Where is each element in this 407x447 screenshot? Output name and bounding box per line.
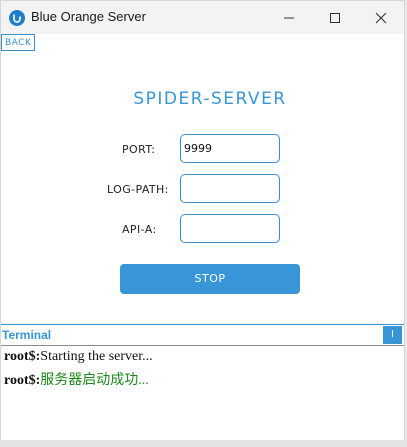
- window-bottom-edge: [0, 440, 407, 447]
- terminal-title: Terminal: [2, 328, 52, 342]
- minimize-icon: [284, 17, 294, 18]
- maximize-icon: [330, 12, 340, 23]
- terminal-toggle-button[interactable]: I: [383, 326, 402, 344]
- terminal-prompt: root$:: [4, 349, 41, 364]
- window-title: Blue Orange Server: [31, 9, 146, 24]
- title-bar: Blue Orange Server: [1, 1, 404, 34]
- app-window: Blue Orange Server BACK SPIDER-SERVER PO…: [0, 0, 405, 447]
- api-a-input[interactable]: [180, 214, 280, 243]
- minimize-button[interactable]: [266, 1, 312, 34]
- terminal-line: root$:Starting the server...: [4, 349, 153, 365]
- log-path-label: LOG-PATH:: [107, 183, 169, 196]
- terminal-line: root$:服务器启动成功...: [4, 369, 149, 389]
- close-icon: [375, 12, 387, 23]
- terminal-message: 服务器启动成功...: [40, 373, 149, 388]
- terminal-message: Starting the server...: [40, 349, 153, 364]
- stop-button[interactable]: STOP: [120, 264, 300, 294]
- page-title: SPIDER-SERVER: [133, 89, 287, 109]
- terminal-divider: [1, 345, 404, 346]
- terminal-prompt: root$:: [4, 373, 41, 388]
- app-logo-icon: [9, 10, 25, 26]
- api-a-label: API-A:: [122, 223, 157, 236]
- close-button[interactable]: [358, 1, 404, 34]
- log-path-input[interactable]: [180, 174, 280, 203]
- back-button[interactable]: BACK: [1, 34, 36, 51]
- terminal-panel: Terminal I root$:Starting the server... …: [1, 324, 404, 447]
- maximize-button[interactable]: [312, 1, 358, 34]
- port-label: PORT:: [122, 143, 156, 156]
- port-input[interactable]: [180, 134, 280, 163]
